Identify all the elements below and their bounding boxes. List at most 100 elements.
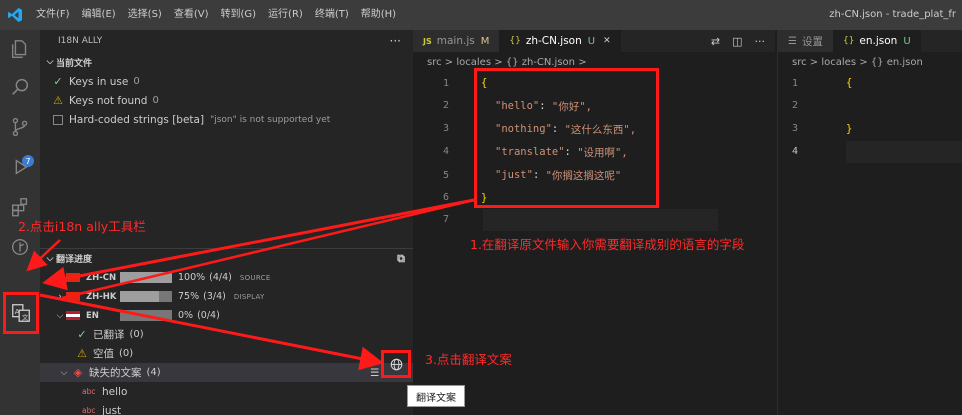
search-icon[interactable] xyxy=(0,68,40,106)
json-file-icon: {} xyxy=(842,36,855,46)
progress-bar xyxy=(120,272,172,283)
settings-icon: ☰ xyxy=(788,35,797,47)
progress-bar xyxy=(120,310,172,321)
tab-settings[interactable]: ☰ 设置 xyxy=(778,30,833,52)
menu-help[interactable]: 帮助(H) xyxy=(355,0,402,30)
string-abc-icon: abc xyxy=(82,406,96,415)
editor-tabs: ☰ 设置 {} en.json U xyxy=(778,30,962,52)
keys-in-use-row[interactable]: ✓ Keys in use 0 xyxy=(40,72,413,91)
menu-run[interactable]: 运行(R) xyxy=(262,0,309,30)
menu-go[interactable]: 转到(G) xyxy=(215,0,263,30)
svg-text:文: 文 xyxy=(22,312,29,321)
lang-code: EN xyxy=(86,310,99,321)
keys-not-found-row[interactable]: ⚠ Keys not found 0 xyxy=(40,91,413,110)
translated-row[interactable]: ✓ 已翻译 (0) xyxy=(40,325,413,344)
lang-row-zh-hk[interactable]: › ZH-HK 75% (3/4) DISPLAY xyxy=(40,287,413,306)
progress-percent: 0% xyxy=(178,310,194,321)
tab-en-json[interactable]: {} en.json U xyxy=(832,30,921,52)
line-number: 7 xyxy=(442,214,449,225)
split-editor-icon[interactable]: ◫ xyxy=(732,35,742,48)
run-debug-icon[interactable] xyxy=(0,148,40,186)
breadcrumb-segment[interactable]: locales xyxy=(456,57,491,68)
globe-icon xyxy=(390,358,402,370)
hardcoded-strings-row[interactable]: Hard-coded strings [beta] "json" is not … xyxy=(40,110,413,129)
menu-selection[interactable]: 选择(S) xyxy=(122,0,168,30)
menu-view[interactable]: 查看(V) xyxy=(168,0,215,30)
breadcrumb-segment[interactable]: src xyxy=(427,57,442,68)
translate-button[interactable] xyxy=(381,350,411,378)
line-number: 1 xyxy=(791,78,798,89)
collapse-all-icon[interactable]: ⧉ xyxy=(397,252,405,266)
sidebar-title: I18N ALLY xyxy=(58,36,103,46)
lang-tag: DISPLAY xyxy=(233,292,265,301)
vscode-logo-icon xyxy=(0,0,30,30)
line-number: 2 xyxy=(442,100,449,111)
current-file-section-header[interactable]: ⌵ 当前文件 xyxy=(40,52,413,72)
breadcrumb-separator: > xyxy=(578,56,587,68)
annotation-step2: 2.点击i18n ally工具栏 xyxy=(18,219,146,234)
missing-item-label: hello xyxy=(102,385,128,398)
json-file-icon: {} xyxy=(509,36,521,46)
annotation-step1: 1.在翻译原文件输入你需要翻译成别的语言的字段 xyxy=(470,237,745,252)
more-actions-icon[interactable]: ··· xyxy=(390,34,401,48)
lang-row-zh-cn[interactable]: › ZH-CN 100% (4/4) SOURCE xyxy=(40,268,413,287)
window-title: zh-CN.json - trade_plat_fr xyxy=(829,9,956,20)
line-number: 4 xyxy=(791,146,798,157)
breadcrumb-separator: > xyxy=(444,56,454,68)
string-abc-icon: abc xyxy=(82,387,96,396)
check-icon: ✓ xyxy=(77,328,87,341)
editor-tabs: JS main.js M {} zh-CN.json U ✕ ⇄ ◫ ··· xyxy=(413,30,775,52)
missing-diamond-icon: ◈ xyxy=(73,366,83,379)
missing-item[interactable]: abc just xyxy=(40,401,413,415)
missing-row[interactable]: ⌵ ◈ 缺失的文案 (4) ☰ xyxy=(40,363,413,382)
i18n-ally-icon[interactable]: A文 xyxy=(3,292,39,334)
compare-changes-icon[interactable]: ⇄ xyxy=(711,35,720,48)
current-line-highlight xyxy=(846,141,962,163)
breadcrumb-segment[interactable]: locales xyxy=(821,57,856,68)
json-brace: } xyxy=(846,123,853,135)
more-actions-icon[interactable]: ··· xyxy=(755,35,766,48)
tab-untracked-indicator: U xyxy=(587,35,596,47)
json-brace: { xyxy=(846,77,853,89)
breadcrumb-separator: > xyxy=(809,56,819,68)
keys-not-found-label: Keys not found xyxy=(69,94,148,107)
list-icon[interactable]: ☰ xyxy=(370,367,379,379)
annotation-step3: 3.点击翻译文案 xyxy=(425,352,512,367)
js-file-icon: JS xyxy=(423,36,432,46)
missing-item[interactable]: abc hello xyxy=(40,382,413,401)
tab-modified-indicator: M xyxy=(480,35,490,47)
translate-tooltip: 翻译文案 xyxy=(407,385,465,407)
line-number: 1 xyxy=(442,78,449,89)
explorer-files-icon[interactable] xyxy=(0,30,40,68)
hardcoded-strings-desc: "json" is not supported yet xyxy=(210,114,331,125)
tab-label: zh-CN.json xyxy=(525,35,582,47)
check-icon: ✓ xyxy=(53,75,63,88)
empty-row[interactable]: ⚠ 空值 (0) xyxy=(40,344,413,363)
chevron-down-icon: ⌵ xyxy=(46,57,54,67)
chevron-down-icon: ⌵ xyxy=(56,310,64,321)
progress-section-header[interactable]: ⌵ 翻译进度 ⧉ xyxy=(40,248,413,268)
missing-label: 缺失的文案 xyxy=(89,367,142,379)
tab-untracked-indicator: U xyxy=(903,35,911,47)
breadcrumb-separator: > xyxy=(859,56,868,68)
tab-main-js[interactable]: JS main.js M xyxy=(413,30,500,52)
breadcrumb-segment[interactable]: src xyxy=(792,57,807,68)
breadcrumb-segment[interactable]: {} zh-CN.json xyxy=(506,57,575,68)
tab-zh-cn-json[interactable]: {} zh-CN.json U ✕ xyxy=(499,30,621,52)
empty-label: 空值 xyxy=(93,348,114,360)
chevron-down-icon: ⌵ xyxy=(60,367,68,378)
close-icon[interactable]: ✕ xyxy=(603,36,611,46)
source-control-icon[interactable] xyxy=(0,108,40,146)
cn-flag-icon xyxy=(66,273,80,282)
progress-ratio: (0/4) xyxy=(197,310,220,321)
breadcrumb-separator: > xyxy=(494,56,503,68)
progress-heading: 翻译进度 xyxy=(56,255,93,265)
title-bar: 文件(F) 编辑(E) 选择(S) 查看(V) 转到(G) 运行(R) 终端(T… xyxy=(0,0,962,30)
code-area[interactable]: 1 2 3 4 { } xyxy=(778,72,962,415)
svg-text:A: A xyxy=(15,307,20,316)
menu-terminal[interactable]: 终端(T) xyxy=(309,0,355,30)
lang-row-en[interactable]: ⌵ EN 0% (0/4) xyxy=(40,306,413,325)
menu-file[interactable]: 文件(F) xyxy=(30,0,76,30)
breadcrumb-segment[interactable]: {} en.json xyxy=(871,57,923,68)
menu-edit[interactable]: 编辑(E) xyxy=(76,0,122,30)
